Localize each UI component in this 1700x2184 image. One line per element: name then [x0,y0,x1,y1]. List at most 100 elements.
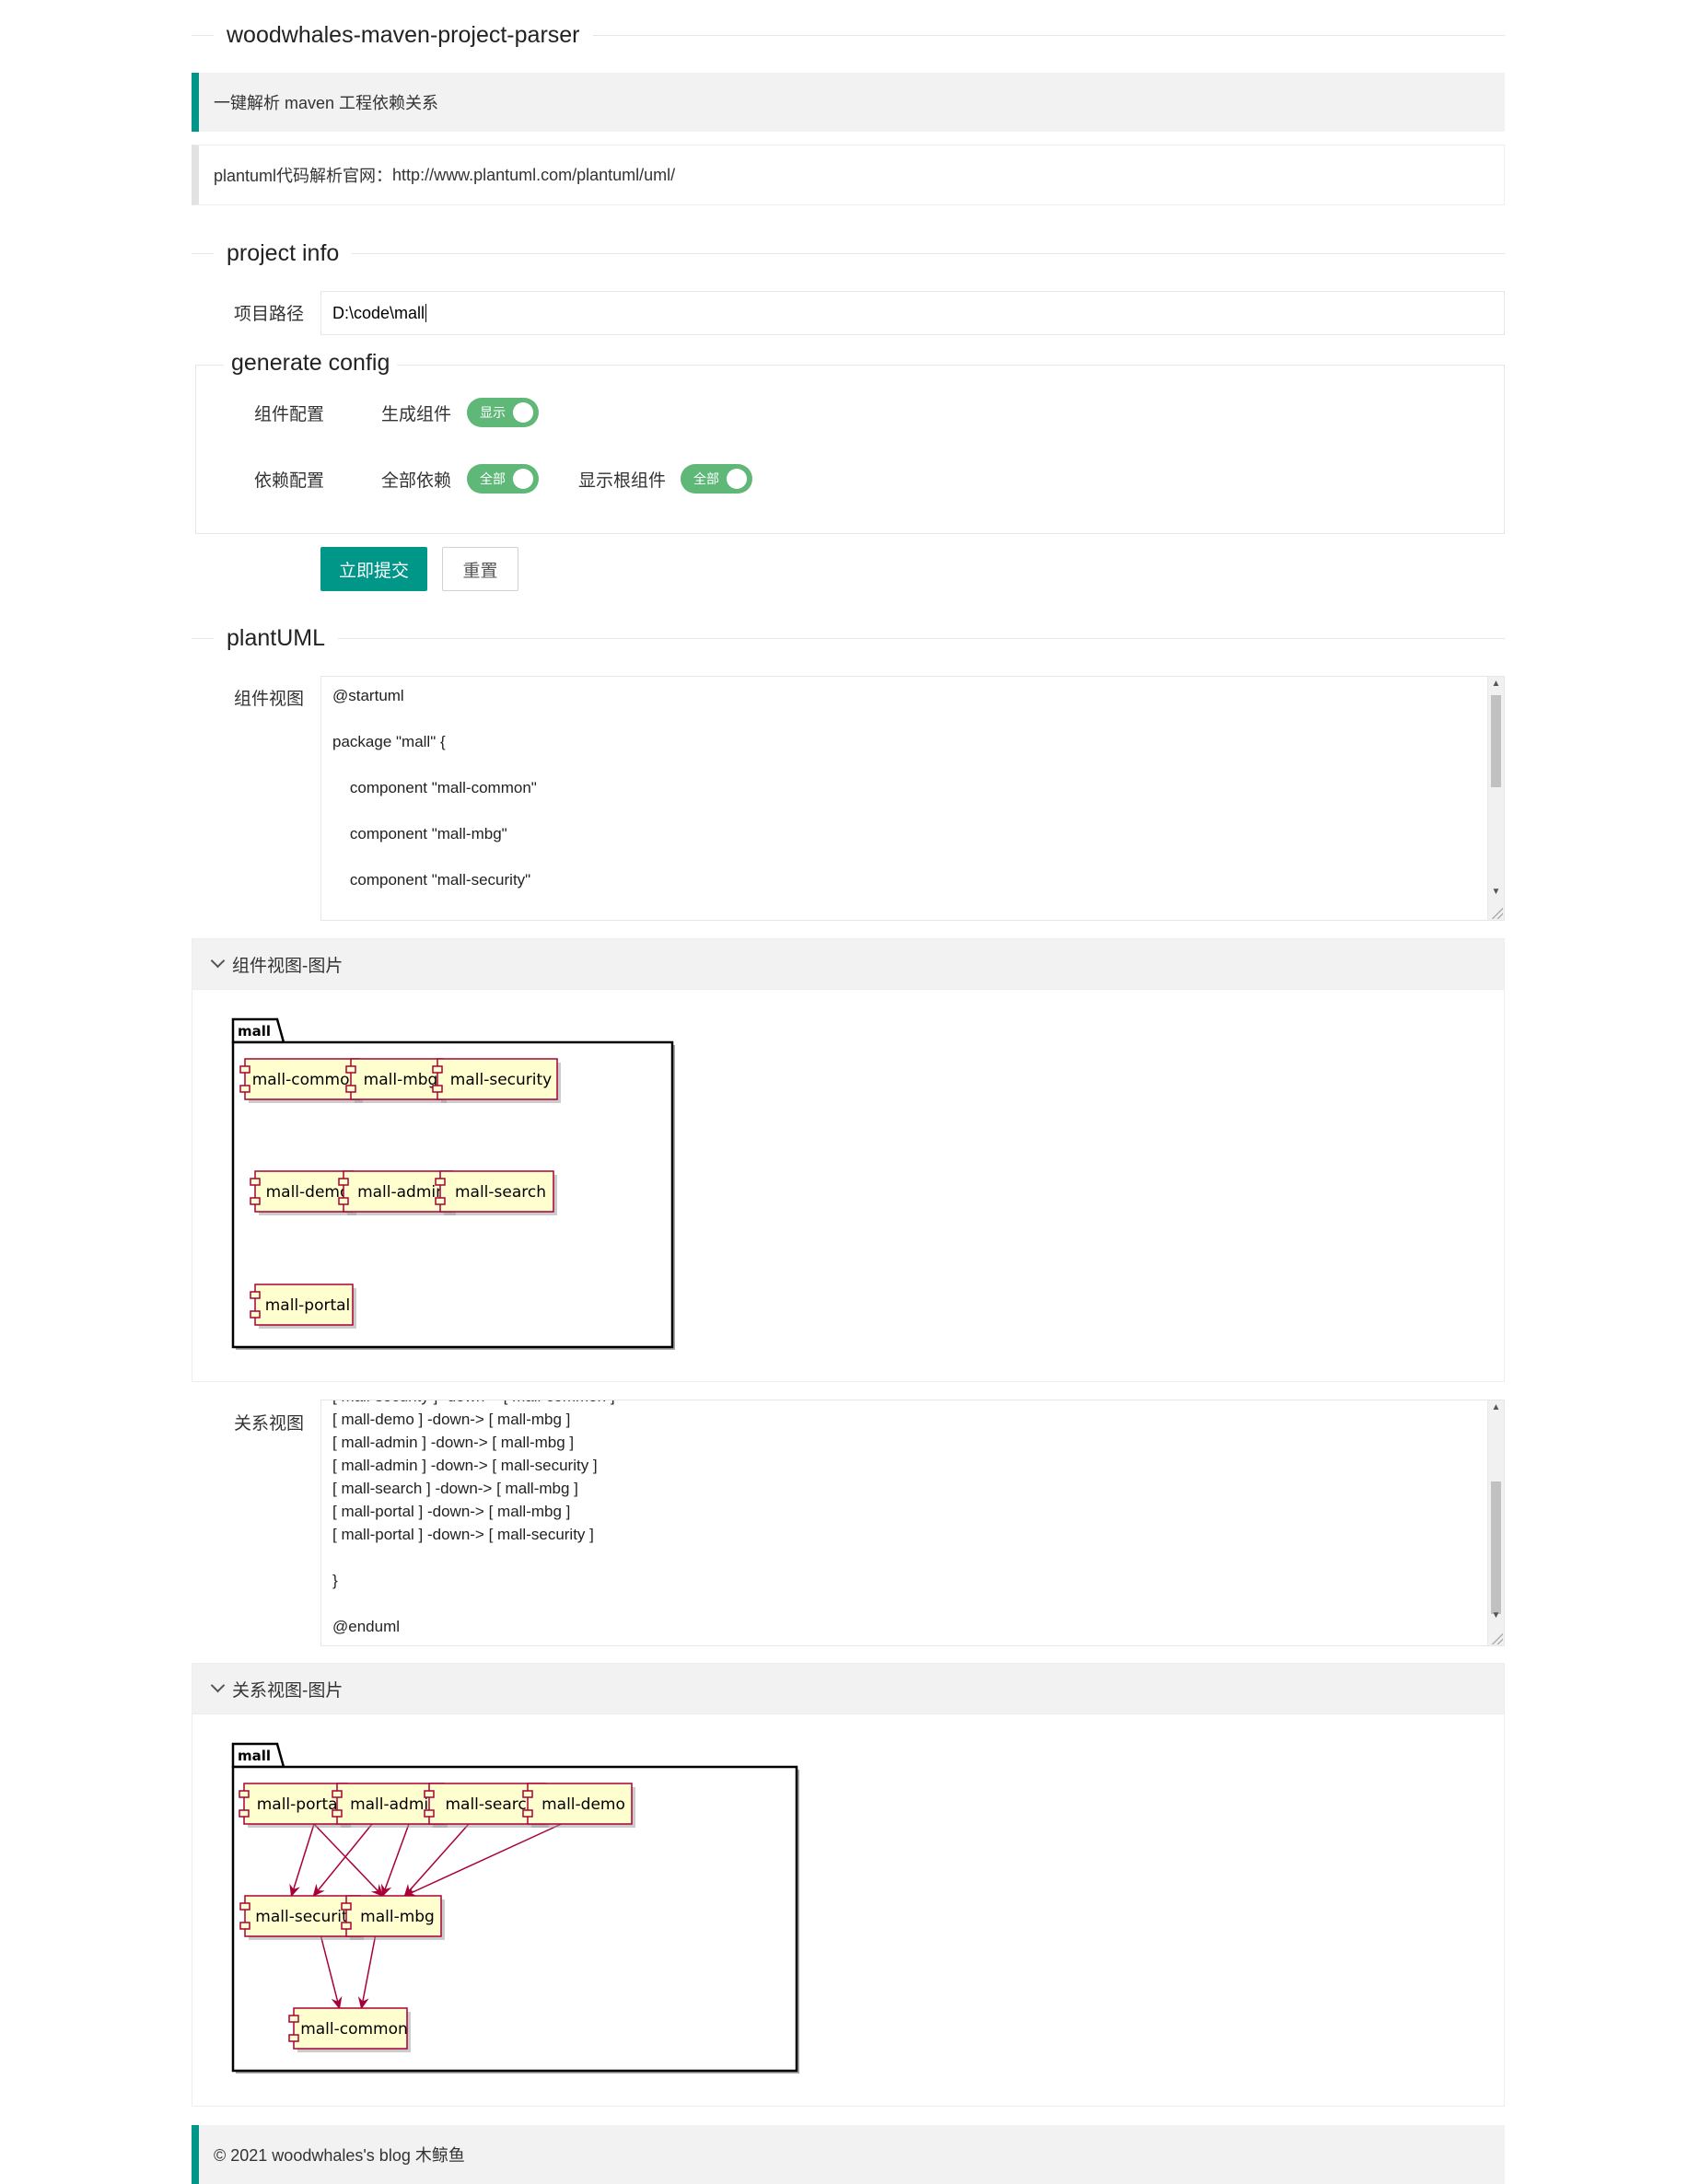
code-line: component "mall-demo" [332,914,537,920]
show-root-label: 显示根组件 [577,471,666,491]
component-port [239,1809,250,1818]
component-port [522,1790,533,1798]
component-port [250,1197,261,1205]
relation-textarea-scrollbar[interactable]: ▲ ▼ [1487,1400,1504,1645]
plantuml-divider [192,638,1505,639]
component-label: mall-security [450,1071,552,1089]
code-line: [ mall-portal ] -down-> [ mall-security … [332,1526,594,1543]
component-image-collapse-header[interactable]: 组件视图-图片 [192,938,1505,990]
all-dependency-switch[interactable]: 全部 [467,464,539,494]
switch-knob [513,469,533,489]
component-port [435,1178,446,1186]
code-line: [ mall-demo ] -down-> [ mall-mbg ] [332,1411,571,1428]
generate-component-switch[interactable]: 显示 [467,398,539,427]
code-line: [ mall-portal ] -down-> [ mall-mbg ] [332,1503,571,1520]
relation-diagram-image: mallmall-portal mall-admin mall-search mall… [231,1742,799,2074]
package-name: mall [238,1748,271,1764]
relation-code: [ mall-security ] -down-> [ mall-common … [332,1400,615,1638]
component-port [332,1790,343,1798]
description-text: 一键解析 maven 工程依赖关系 [214,94,439,112]
page-title: woodwhales-maven-project-parser [214,22,593,49]
scroll-thumb[interactable] [1491,1481,1501,1614]
component-port [338,1178,349,1186]
generate-config-legend: generate config [224,350,398,377]
code-line: package "mall" { [332,733,446,750]
project-path-label: 项目路径 [233,305,304,324]
scroll-up-arrow[interactable]: ▲ [1488,679,1504,689]
component-port [341,1902,352,1911]
code-line: component "mall-common" [332,779,537,796]
chevron-down-icon [210,1678,226,1692]
component-label: mall-demo [541,1795,625,1814]
component-port [288,2015,299,2023]
code-line: [ mall-admin ] -down-> [ mall-mbg ] [332,1434,575,1451]
generate-config-fieldset [195,365,1505,534]
relation-view-textarea[interactable]: [ mall-security ] -down-> [ mall-common … [320,1400,1505,1646]
plantuml-site-link[interactable]: http://www.plantuml.com/plantuml/uml/ [392,166,675,185]
switch-knob [513,402,533,423]
component-view-label: 组件视图 [233,690,304,709]
relation-image-collapse-header[interactable]: 关系视图-图片 [192,1663,1505,1714]
package-name: mall [238,1023,271,1040]
component-port [432,1065,443,1074]
plantuml-section-title: plantUML [214,625,338,652]
component-port [239,1065,250,1074]
relation-image-panel: mall mall-portal mall-admin mall-search mall… [192,1714,1505,2107]
code-line: @startuml [332,687,404,704]
scroll-down-arrow[interactable]: ▼ [1488,1610,1504,1621]
chevron-down-icon [210,953,226,968]
code-line: } [332,1572,338,1589]
reset-button[interactable]: 重置 [442,547,518,591]
scroll-down-arrow[interactable]: ▼ [1488,887,1504,897]
component-diagram-image: mall mall-common mall-mbg mall-security mall… [231,1017,675,1350]
code-line: component "mall-security" [332,871,531,889]
component-label: mall-mbg [360,1908,435,1926]
component-label: mall-admin [357,1183,446,1202]
relation-image-title: 关系视图-图片 [232,1680,343,1701]
code-line: [ mall-admin ] -down-> [ mall-security ] [332,1457,598,1474]
component-label: mall-search [455,1183,546,1202]
submit-button[interactable]: 立即提交 [320,547,427,591]
project-info-title: project info [214,240,353,267]
code-line: @enduml [332,1618,401,1635]
component-view-textarea[interactable]: @startuml package "mall" { component "ma… [320,676,1505,921]
component-port [435,1197,446,1205]
relation-view-label: 关系视图 [233,1414,304,1434]
resize-handle-icon[interactable] [1490,1632,1503,1644]
component-port [341,1922,352,1930]
all-dependency-label: 全部依赖 [380,471,451,491]
component-port [239,1922,250,1930]
dependency-config-label: 依赖配置 [253,471,324,491]
component-port [250,1310,261,1319]
code-line: component "mall-mbg" [332,825,507,842]
resize-handle-icon[interactable] [1490,906,1503,919]
generate-component-switch-text: 显示 [480,405,506,420]
component-port [239,1085,250,1093]
scroll-up-arrow[interactable]: ▲ [1488,1402,1504,1412]
project-path-input[interactable]: D:\code\mall [320,291,1505,335]
component-image-panel: mall mall-common mall-mbg mall-security mall… [192,990,1505,1382]
component-textarea-scrollbar[interactable]: ▲ ▼ [1487,677,1504,920]
component-port [522,1809,533,1818]
component-port [424,1809,435,1818]
component-port [424,1790,435,1798]
show-root-switch[interactable]: 全部 [681,464,752,494]
scroll-thumb[interactable] [1491,695,1501,787]
component-label: mall-common [252,1071,360,1089]
component-port [250,1178,261,1186]
switch-knob [727,469,747,489]
component-port [345,1085,356,1093]
component-label: mall-common [300,2020,408,2039]
show-root-switch-text: 全部 [693,471,719,486]
component-port [250,1291,261,1299]
component-label: mall-demo [266,1183,350,1202]
description-quote: 一键解析 maven 工程依赖关系 [192,73,1505,132]
footer-text: © 2021 woodwhales's blog 木鲸鱼 [214,2146,465,2165]
code-line: [ mall-security ] -down-> [ mall-common … [332,1400,615,1408]
